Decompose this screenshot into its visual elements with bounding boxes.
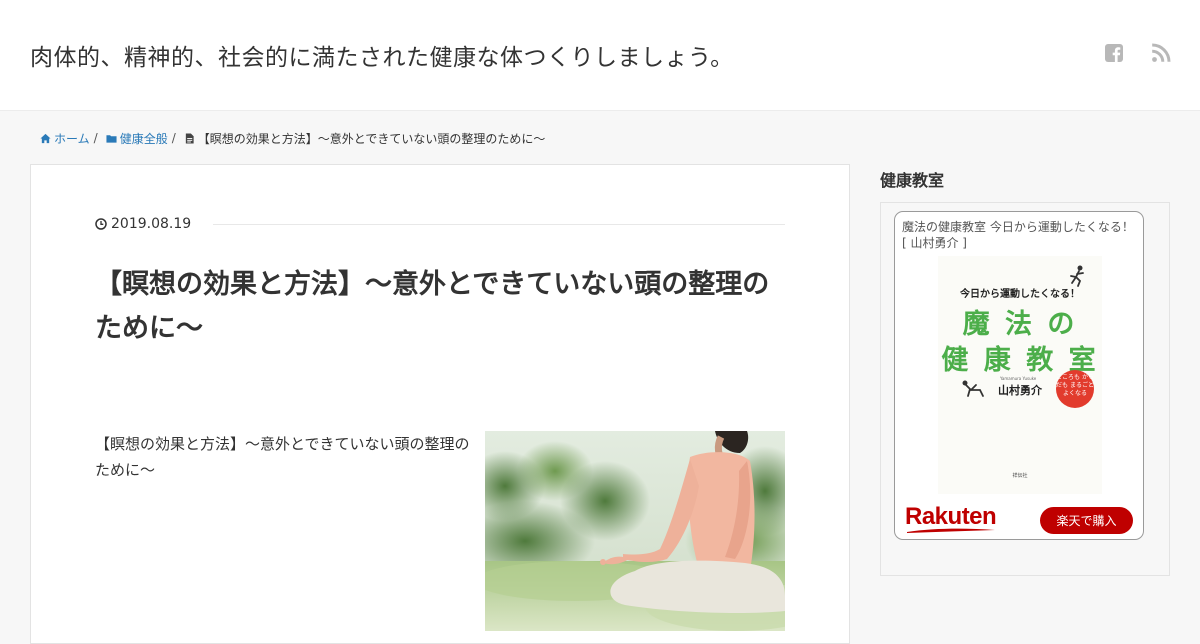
stretching-figure-illustration	[962, 380, 984, 397]
book-cover-image[interactable]: 今日から運動したくなる！ 魔 法 の 健 康 教 室 Yamamura Yusu…	[938, 256, 1102, 494]
breadcrumb-home[interactable]: ホーム	[40, 130, 90, 147]
post-date: 2019.08.19	[111, 216, 192, 232]
cover-subtitle: 今日から運動したくなる！	[960, 289, 1080, 300]
breadcrumb-category[interactable]: 健康全般	[106, 130, 168, 147]
rakuten-swoosh-icon	[907, 528, 995, 533]
widget-box: 魔法の健康教室 今日から運動したくなる！ [ 山村勇介 ] 今日から運動したくな…	[880, 202, 1170, 576]
article-title: 【瞑想の効果と方法】～意外とできていない頭の整理のために～	[95, 269, 770, 344]
home-icon	[40, 133, 51, 143]
buy-on-rakuten-button[interactable]: 楽天で購入	[1040, 507, 1133, 534]
folder-icon	[106, 134, 117, 143]
document-icon	[185, 132, 194, 144]
breadcrumb-separator: /	[93, 131, 98, 145]
rakuten-logo[interactable]: Rakuten	[905, 503, 1000, 535]
site-header: 肉体的、精神的、社会的に満たされた健康な体つくりしましょう。	[0, 0, 1200, 111]
cover-author-romaji: Yamamura Yusuke	[1000, 376, 1037, 381]
cover-badge: こころも からだも まるごと よくなる	[1056, 370, 1094, 408]
cover-author: 山村勇介	[998, 384, 1042, 397]
breadcrumb-home-label: ホーム	[54, 131, 90, 146]
breadcrumb-category-label: 健康全般	[119, 131, 168, 146]
article-excerpt: 【瞑想の効果と方法】～意外とできていない頭の整理のために～	[95, 435, 470, 479]
rakuten-wordmark: Rakuten	[905, 503, 997, 530]
cover-title-line1: 魔 法 の	[962, 309, 1078, 340]
cover-publisher: 祥伝社	[1012, 473, 1028, 479]
breadcrumb-separator: /	[171, 131, 176, 145]
article-card: 2019.08.19 【瞑想の効果と方法】～意外とできていない頭の整理のために～…	[30, 164, 850, 644]
breadcrumb-current: 【瞑想の効果と方法】～意外とできていない頭の整理のために～	[184, 130, 546, 147]
rss-icon[interactable]	[1151, 43, 1171, 63]
breadcrumb-current-label: 【瞑想の効果と方法】～意外とできていない頭の整理のために～	[197, 131, 546, 146]
widget-title: 健康教室	[880, 171, 945, 190]
post-date-row: 2019.08.19	[95, 215, 785, 233]
breadcrumb: ホーム / 健康全般 / 【瞑想の効果と方法】～意外とできていない頭の整理のため…	[40, 129, 545, 147]
meditation-photo	[485, 431, 785, 631]
product-title-link[interactable]: 魔法の健康教室 今日から運動したくなる！ [ 山村勇介 ]	[902, 219, 1138, 251]
facebook-icon[interactable]	[1104, 43, 1124, 63]
date-divider	[213, 223, 785, 225]
site-title[interactable]: 肉体的、精神的、社会的に満たされた健康な体つくりしましょう。	[30, 38, 734, 72]
clock-icon	[95, 218, 107, 230]
rakuten-product-card: 魔法の健康教室 今日から運動したくなる！ [ 山村勇介 ] 今日から運動したくな…	[894, 211, 1144, 540]
